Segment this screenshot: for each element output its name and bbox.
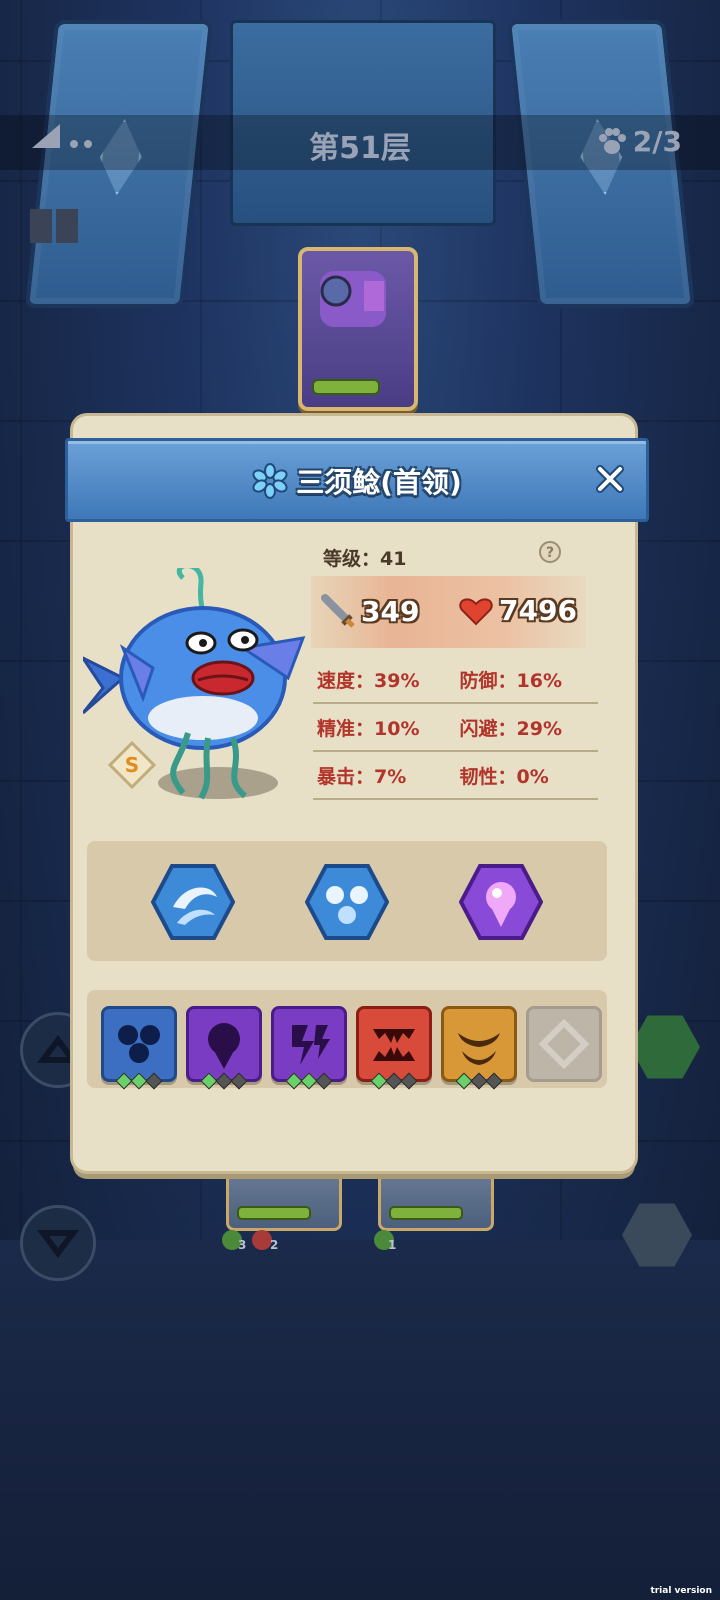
modal-title: 三须鲶(首领) (296, 466, 462, 499)
enemy-progress: 2/3 (597, 125, 682, 158)
star-dots (115, 1072, 163, 1090)
grade-badge: S (107, 740, 157, 790)
modal-header: 三须鲶(首领) (65, 438, 649, 522)
heart-icon (459, 597, 493, 625)
buff-count: 1 (388, 1238, 397, 1252)
dodge-stat: 闪避：29% (459, 717, 562, 740)
power-strip: 349 7496 (311, 576, 586, 648)
stats-row: 暴击：7% 韧性：0% (313, 752, 598, 800)
stats-row: 速度：39% 防御：16% (313, 656, 598, 704)
level-label: 等级：41 (323, 548, 407, 570)
star-dots (285, 1072, 333, 1090)
buff-slot[interactable] (441, 1006, 517, 1090)
water-drops-skill-icon[interactable] (305, 863, 389, 941)
stats-table: 速度：39% 防御：16% 精准：10% 闪避：29% 暴击：7% 韧性：0% (313, 656, 598, 800)
tenacity-stat: 韧性：0% (459, 765, 549, 788)
bowl-icon (458, 1033, 500, 1065)
hp-value: 7496 (499, 594, 577, 627)
defense-stat: 防御：16% (459, 669, 562, 692)
help-icon[interactable]: ? (538, 540, 562, 564)
book-icon[interactable] (28, 205, 80, 245)
attack-value: 349 (361, 594, 420, 628)
lightning-icon (292, 1025, 330, 1065)
star-dots (455, 1072, 503, 1090)
skills-panel (87, 841, 607, 961)
fangs-icon (373, 1029, 415, 1061)
water-drops-icon (118, 1025, 160, 1063)
wave-skill-icon[interactable] (151, 863, 235, 941)
empty-slot-icon (538, 1018, 590, 1070)
purple-drop-icon (208, 1023, 240, 1069)
buff-count: 3 (238, 1238, 247, 1252)
svg-text:?: ? (546, 545, 554, 561)
watermark: trial version (650, 1586, 712, 1596)
accuracy-stat: 精准：10% (317, 717, 420, 740)
ally-hp-bar (389, 1206, 463, 1220)
hp-stat: 7496 (459, 594, 577, 627)
lower-floor (0, 1240, 720, 1600)
buff-slot[interactable] (186, 1006, 262, 1090)
empty-buff-slot (526, 1006, 602, 1082)
ally-hp-bar (237, 1206, 311, 1220)
star-dots (370, 1072, 418, 1090)
ally-card[interactable] (226, 1165, 342, 1231)
grade-letter: S (124, 753, 140, 777)
close-icon (596, 465, 624, 493)
enemy-card[interactable] (298, 247, 418, 411)
enemy-info-modal: 三须鲶(首领) S 等级：41 ? 349 7496 速度：39% 防御：16%… (65, 416, 649, 1171)
buff-slot[interactable] (271, 1006, 347, 1090)
robot-enemy-icon (320, 271, 386, 327)
progress-count: 2/3 (632, 125, 682, 158)
crit-stat: 暴击：7% (317, 765, 407, 788)
buffs-panel (87, 990, 607, 1090)
debuff-count: 2 (270, 1238, 279, 1252)
buff-slot[interactable] (356, 1006, 432, 1090)
close-button[interactable] (590, 459, 630, 499)
down-arrow-button[interactable] (20, 1205, 96, 1281)
enemy-hp-bar (312, 379, 380, 395)
stats-row: 精准：10% 闪避：29% (313, 704, 598, 752)
purple-drop-skill-icon[interactable] (459, 863, 543, 941)
speed-stat: 速度：39% (317, 669, 420, 692)
ally-card[interactable] (378, 1165, 494, 1231)
buff-slot[interactable] (101, 1006, 177, 1090)
water-element-icon (252, 463, 288, 499)
attack-stat: 349 (321, 594, 419, 628)
star-dots (200, 1072, 248, 1090)
sword-icon (321, 594, 355, 628)
paw-icon (598, 127, 626, 154)
